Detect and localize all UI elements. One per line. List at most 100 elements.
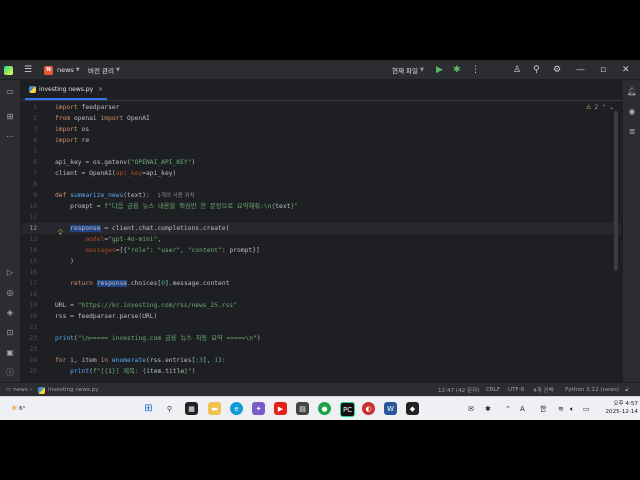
lock-icon[interactable]: 🔓︎ xyxy=(625,383,629,397)
pycharm-taskbar-icon[interactable]: PC xyxy=(340,402,355,417)
run-tool-icon[interactable]: ▷ xyxy=(4,266,16,278)
line-number[interactable]: 22 xyxy=(21,333,37,344)
python-interpreter[interactable]: Python 3.12 (news) xyxy=(565,383,619,397)
windows-start-icon[interactable]: ⊞ xyxy=(142,402,155,415)
close-tab-icon[interactable]: ✕ xyxy=(98,86,103,93)
chrome-icon[interactable]: ● xyxy=(318,402,331,415)
code-line[interactable]: 16 xyxy=(21,267,621,278)
line-code[interactable]: return response.choices[0].message.conte… xyxy=(55,278,229,289)
ime-mode[interactable]: 한 xyxy=(540,397,546,420)
system-clock[interactable]: 오후 4:57 2025-12-14 xyxy=(598,400,638,416)
inspection-widget[interactable]: ⚠ 2 ⌃ ⌄ xyxy=(586,104,614,111)
task-view-icon[interactable]: ▦ xyxy=(185,402,198,415)
vcs-selector[interactable]: 버전 관리 ▼ xyxy=(88,60,120,80)
caret-position[interactable]: 12:47 (42 문자) xyxy=(438,383,479,397)
file-explorer-icon[interactable]: ▬ xyxy=(208,402,221,415)
line-code[interactable]: URL = "https://kr.investing.com/rss/news… xyxy=(55,300,237,311)
indent-setting[interactable]: 4개 공백 xyxy=(533,383,554,397)
more-actions-icon[interactable]: ⋮ xyxy=(471,60,480,80)
structure-icon[interactable]: ⊞ xyxy=(4,110,16,122)
line-number[interactable]: 4 xyxy=(21,135,37,146)
code-line[interactable]: 17 return response.choices[0].message.co… xyxy=(21,278,621,289)
line-number[interactable]: 12 xyxy=(21,223,37,234)
lightbulb-icon[interactable]: 💡︎ xyxy=(58,229,63,238)
pycharm-logo-icon[interactable] xyxy=(4,60,13,80)
tab-investing-news[interactable]: investing news.py ✕ xyxy=(25,80,108,100)
code-line[interactable]: 15 ) xyxy=(21,256,621,267)
python-console-icon[interactable]: ⊡ xyxy=(4,326,16,338)
line-code[interactable]: import re xyxy=(55,135,89,146)
code-editor[interactable]: 1 import feedparser 2 from openai import Op… xyxy=(21,101,621,381)
line-number[interactable]: 24 xyxy=(21,355,37,366)
more-tools-icon[interactable]: ⋯ xyxy=(4,130,16,142)
line-code[interactable]: import feedparser xyxy=(55,102,119,113)
code-line[interactable]: 4 import re xyxy=(21,135,621,146)
notifications-bell-icon[interactable]: 🔔︎ xyxy=(626,85,638,97)
line-number[interactable]: 25 xyxy=(21,366,37,377)
code-line[interactable]: 21 xyxy=(21,322,621,333)
line-code[interactable]: from openai import OpenAI xyxy=(55,113,150,124)
code-line[interactable]: 9 def summarize_news(text): 1개의 사용 위치 xyxy=(21,190,621,201)
code-line[interactable]: 5 xyxy=(21,146,621,157)
line-code[interactable]: print(f"[{i}] 제목: {item.title}") xyxy=(55,366,195,377)
line-number[interactable]: 10 xyxy=(21,201,37,212)
breadcrumb-project[interactable]: ▭ news xyxy=(6,383,28,397)
weather-widget[interactable]: ☀ 6° xyxy=(10,397,25,420)
terminal-icon[interactable]: ▣ xyxy=(4,346,16,358)
line-number[interactable]: 5 xyxy=(21,146,37,157)
code-line[interactable]: 10 prompt = f"다음 금융 뉴스 내용을 핵심만 한 문장으로 요약… xyxy=(21,201,621,212)
line-number[interactable]: 18 xyxy=(21,289,37,300)
wifi-icon[interactable]: ≋ xyxy=(558,397,564,420)
code-line[interactable]: 8 xyxy=(21,179,621,190)
line-code[interactable]: client = OpenAI(api_key=api_key) xyxy=(55,168,176,179)
code-line[interactable]: 11 xyxy=(21,212,621,223)
project-folder-icon[interactable]: ▭ xyxy=(4,85,16,97)
layers-icon[interactable]: ◈ xyxy=(4,306,16,318)
code-line[interactable]: 14 messages=[{"role": "user", "content":… xyxy=(21,245,621,256)
taskbar-search-icon[interactable]: ⚲ xyxy=(163,402,176,415)
code-line[interactable]: 23 xyxy=(21,344,621,355)
vertical-scrollbar[interactable] xyxy=(614,111,618,271)
user-icon[interactable]: ♙ xyxy=(513,60,521,80)
ime-language[interactable]: A xyxy=(520,397,525,420)
app-icon-3[interactable]: ◆ xyxy=(406,402,419,415)
code-line[interactable]: 7 client = OpenAI(api_key=api_key) xyxy=(21,168,621,179)
line-number[interactable]: 23 xyxy=(21,344,37,355)
hamburger-menu-icon[interactable]: ☰ xyxy=(24,60,32,80)
app-icon-2[interactable]: ◐ xyxy=(362,402,375,415)
edge-browser-icon[interactable]: e xyxy=(230,402,243,415)
line-code[interactable]: print("\n===== investing.com 금융 뉴스 자동 요약… xyxy=(55,333,261,344)
code-line[interactable]: 13 model="gpt-4o-mini", xyxy=(21,234,621,245)
python-packages-icon[interactable]: ◎ xyxy=(4,286,16,298)
line-code[interactable]: model="gpt-4o-mini", xyxy=(55,234,161,245)
code-line[interactable]: 18 xyxy=(21,289,621,300)
line-code[interactable]: api_key = os.getenv("OPENAI_API_KEY") xyxy=(55,157,195,168)
line-code[interactable]: response = client.chat.completions.creat… xyxy=(55,223,229,234)
project-selector[interactable]: N news ▼ xyxy=(44,60,80,80)
code-line[interactable]: 1 import feedparser xyxy=(21,102,621,113)
ai-assistant-icon[interactable]: ◉ xyxy=(626,105,638,117)
tray-bluetooth-icon[interactable]: ✱ xyxy=(485,397,491,420)
database-icon[interactable]: ≣ xyxy=(626,125,638,137)
code-line[interactable]: 6 api_key = os.getenv("OPENAI_API_KEY") xyxy=(21,157,621,168)
run-icon[interactable]: ▶ xyxy=(436,60,443,80)
line-code[interactable]: prompt = f"다음 금융 뉴스 내용을 핵심만 한 문장으로 요약해줘:… xyxy=(55,201,298,212)
copilot-icon[interactable]: ✦ xyxy=(252,402,265,415)
code-line[interactable]: 22 print("\n===== investing.com 금융 뉴스 자동 … xyxy=(21,333,621,344)
line-number[interactable]: 14 xyxy=(21,245,37,256)
battery-icon[interactable]: ▭ xyxy=(583,397,590,420)
settings-gear-icon[interactable]: ⚙ xyxy=(553,60,561,80)
line-number[interactable]: 15 xyxy=(21,256,37,267)
line-code[interactable]: ) xyxy=(55,256,74,267)
line-number[interactable]: 21 xyxy=(21,322,37,333)
run-config-selector[interactable]: 현재 파일 ▼ xyxy=(392,60,424,80)
line-number[interactable]: 19 xyxy=(21,300,37,311)
line-number[interactable]: 13 xyxy=(21,234,37,245)
line-code[interactable]: import os xyxy=(55,124,89,135)
line-number[interactable]: 8 xyxy=(21,179,37,190)
volume-icon[interactable]: 🔈︎ xyxy=(570,397,574,420)
youtube-icon[interactable]: ▶ xyxy=(274,402,287,415)
code-line[interactable]: 19 URL = "https://kr.investing.com/rss/ne… xyxy=(21,300,621,311)
line-code[interactable]: rss = feedparser.parse(URL) xyxy=(55,311,157,322)
line-ending[interactable]: CRLF xyxy=(486,383,500,397)
